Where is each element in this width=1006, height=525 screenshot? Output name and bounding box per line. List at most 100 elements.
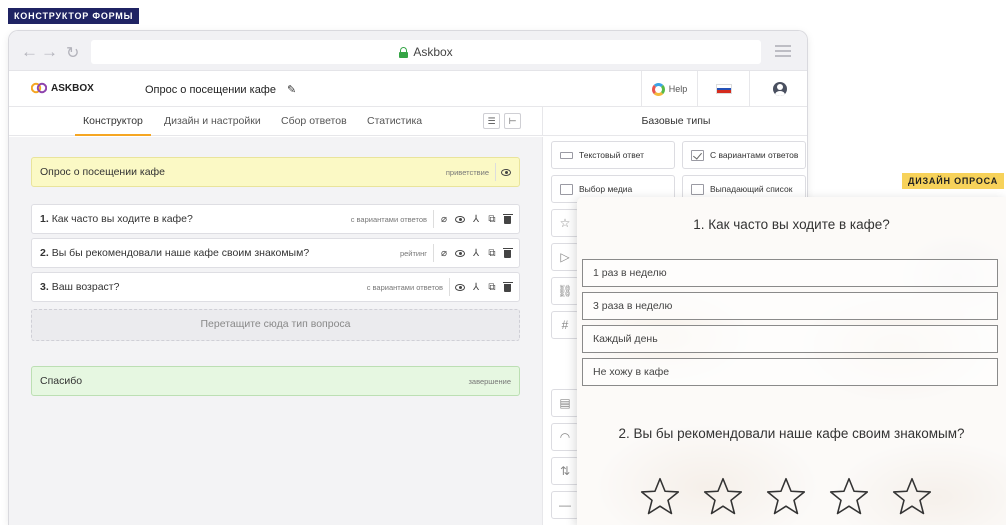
divider [433,210,434,228]
logo-text: ASKBOX [51,82,94,94]
type-video-button[interactable]: ▷ [551,243,579,271]
user-avatar-icon [772,82,787,96]
type-rating-button[interactable]: ☆ [551,209,579,237]
type-label: Текстовый ответ [579,150,644,160]
welcome-block[interactable]: Опрос о посещении кафе приветствие [31,157,520,187]
question-row-3[interactable]: 3. Ваш возраст? с вариантами ответов ⅄ ⧉ [31,272,520,302]
divider [449,278,450,296]
type-divider-button[interactable]: — [551,491,579,519]
tab-design-settings[interactable]: Дизайн и настройки [164,115,261,127]
question-type-label: рейтинг [399,248,427,258]
language-button[interactable] [697,71,749,107]
type-matrix-button[interactable]: ▤ [551,389,579,417]
constructor-badge: КОНСТРУКТОР ФОРМЫ [8,8,140,24]
tab-statistics[interactable]: Статистика [367,115,422,127]
type-text-answer-button[interactable]: Текстовый ответ [551,141,675,169]
russian-flag-icon [715,84,732,94]
type-scale-button[interactable]: ◠ [551,423,579,451]
preview-option[interactable]: 1 раз в неделю [582,259,998,287]
question-text: Как часто вы ходите в кафе? [51,213,193,225]
view-toggle-group: ☰ ⊢ [483,113,521,129]
preview-option[interactable]: Каждый день [582,325,998,353]
star-icon[interactable] [828,477,870,517]
hash-icon: # [561,318,569,332]
eye-icon[interactable] [455,249,465,257]
branching-view-icon[interactable]: ⊢ [504,113,521,129]
no-logic-icon[interactable]: ⌀ [439,214,449,225]
question-number: 1. [40,213,49,225]
question-row-1[interactable]: 1. Как часто вы ходите в кафе? с вариант… [31,204,520,234]
copy-icon[interactable]: ⧉ [487,214,497,225]
star-icon[interactable] [765,477,807,517]
trash-icon[interactable] [502,281,513,292]
type-number-button[interactable]: # [551,311,579,339]
askbox-logo[interactable]: ASKBOX [31,81,94,95]
user-profile-button[interactable] [749,71,807,107]
copy-icon[interactable]: ⧉ [487,248,497,259]
question-text: Вы бы рекомендовали наше кафе своим знак… [51,247,310,259]
thanks-block[interactable]: Спасибо завершение [31,366,520,396]
eye-icon[interactable] [455,215,465,223]
question-type-label: с вариантами ответов [350,214,427,224]
reload-icon[interactable]: ↻ [66,43,79,63]
question-text: Ваш возраст? [51,281,120,293]
dropdown-icon [691,183,704,195]
design-badge: ДИЗАЙН ОПРОСА [902,173,1005,189]
branch-icon[interactable]: ⅄ [471,282,481,293]
form-canvas: Опрос о посещении кафе приветствие 1. Ка… [9,137,542,525]
preview-option[interactable]: 3 раза в неделю [582,292,998,320]
question-row-2[interactable]: 2. Вы бы рекомендовали наше кафе своим з… [31,238,520,268]
trash-icon[interactable] [502,213,513,224]
star-icon[interactable] [702,477,744,517]
thanks-type-label: завершение [468,376,511,386]
media-icon [560,183,573,195]
address-bar[interactable]: Askbox [91,40,761,64]
play-icon: ▷ [560,250,570,264]
star-icon[interactable] [639,477,681,517]
form-title[interactable]: Опрос о посещении кафе ✎ [145,83,296,96]
copy-icon[interactable]: ⧉ [487,282,497,293]
url-text: Askbox [413,45,453,59]
matrix-icon: ▤ [559,396,571,410]
welcome-type-label: приветствие [445,167,489,177]
preview-option[interactable]: Не хожу в кафе [582,358,998,386]
pencil-icon[interactable]: ✎ [287,83,296,96]
type-link-button[interactable]: ⛓ [551,277,579,305]
logo-mark-icon [31,82,47,94]
back-arrow-icon[interactable]: ← [21,42,38,62]
rating-stars [639,477,933,517]
trash-icon[interactable] [502,247,513,258]
forward-arrow-icon[interactable]: → [41,42,58,62]
divider [433,244,434,262]
checkbox-icon [691,149,704,161]
divider [495,163,496,181]
question-type-label: с вариантами ответов [366,282,443,292]
browser-chrome: ← → ↻ Askbox [9,31,807,71]
eye-icon[interactable] [501,168,511,176]
type-multiple-choice-button[interactable]: С вариантами ответов [682,141,806,169]
star-icon: ☆ [559,216,571,230]
no-logic-icon[interactable]: ⌀ [439,248,449,259]
text-field-icon [560,151,573,159]
link-icon: ⛓ [557,284,573,298]
branch-icon[interactable]: ⅄ [471,214,481,225]
branch-icon[interactable]: ⅄ [471,248,481,259]
help-button[interactable]: Help [641,71,697,107]
survey-preview: 1. Как часто вы ходите в кафе? 1 раз в н… [577,197,1006,525]
type-ranking-button[interactable]: ⇅ [551,457,579,485]
tab-collect-answers[interactable]: Сбор ответов [281,115,347,127]
welcome-text: Опрос о посещении кафе [40,166,166,178]
sort-icon: ⇅ [559,464,571,478]
tabs-row: Конструктор Дизайн и настройки Сбор отве… [9,107,807,136]
preview-question-1: 1. Как часто вы ходите в кафе? [693,217,890,232]
question-drop-zone[interactable]: Перетащите сюда тип вопроса [31,309,520,341]
tab-constructor[interactable]: Конструктор [75,115,151,136]
eye-icon[interactable] [455,283,465,291]
question-number: 3. [40,281,49,293]
hamburger-menu-icon[interactable] [775,45,791,57]
form-title-text: Опрос о посещении кафе [145,84,276,96]
help-lifebuoy-icon [651,82,665,96]
divider-icon: — [559,498,571,512]
star-icon[interactable] [891,477,933,517]
list-view-icon[interactable]: ☰ [483,113,500,129]
